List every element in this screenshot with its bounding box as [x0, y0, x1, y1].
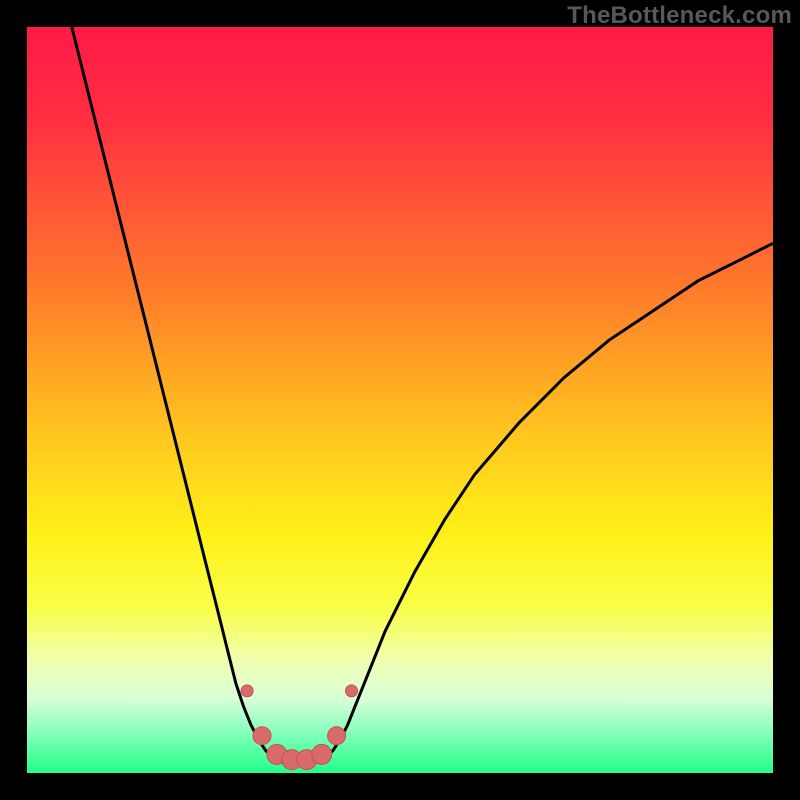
dot: [328, 727, 346, 745]
dot: [346, 685, 358, 697]
dots-group: [241, 685, 357, 770]
right-branch-path: [325, 243, 773, 758]
dot: [241, 685, 253, 697]
left-branch-path: [72, 27, 273, 758]
curve-svg: [27, 27, 773, 773]
watermark-text: TheBottleneck.com: [567, 2, 792, 30]
chart-frame: TheBottleneck.com: [0, 0, 800, 800]
dot: [253, 727, 271, 745]
plot-area: [27, 27, 773, 773]
dot: [312, 744, 332, 764]
